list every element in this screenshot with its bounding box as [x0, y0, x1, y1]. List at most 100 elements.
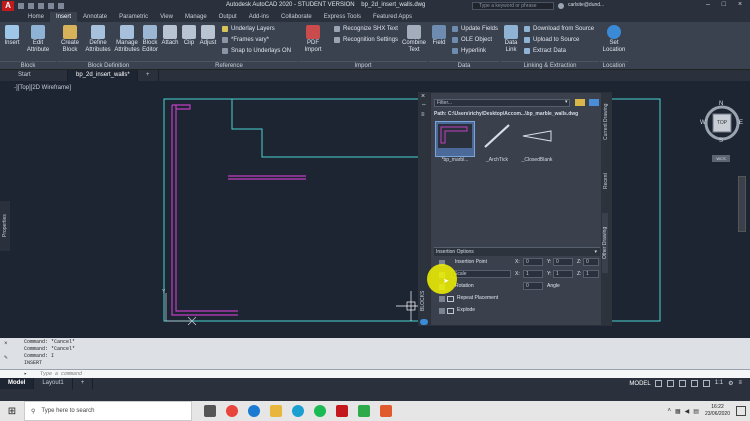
- tab-express-tools[interactable]: Express Tools: [318, 12, 367, 22]
- grid-icon[interactable]: [654, 380, 662, 387]
- recorder-icon[interactable]: [380, 405, 392, 417]
- skype-icon[interactable]: [292, 405, 304, 417]
- upload-source-button[interactable]: Upload to Source: [524, 36, 579, 44]
- system-tray[interactable]: ˄ ▦ ◀ ▤: [667, 408, 698, 415]
- network-icon[interactable]: ▦: [675, 408, 681, 415]
- edge-icon[interactable]: [248, 405, 260, 417]
- user-name[interactable]: carlsite@dund...: [568, 2, 604, 8]
- block-label-archtick[interactable]: _ArchTick: [475, 157, 519, 163]
- snap-underlays-dropdown[interactable]: Snap to Underlays ON: [222, 47, 291, 55]
- camtasia-icon[interactable]: [358, 405, 370, 417]
- manage-attributes-button[interactable]: Manage Attributes: [113, 24, 141, 54]
- autocad-taskbar-icon[interactable]: [336, 405, 348, 417]
- filter-dropdown-icon[interactable]: ▾: [565, 99, 568, 105]
- attach-button[interactable]: Attach: [161, 24, 179, 47]
- define-attributes-button[interactable]: Define Attributes: [84, 24, 112, 54]
- tab-insert[interactable]: Insert: [50, 12, 78, 22]
- data-link-button[interactable]: Data Link: [502, 24, 520, 54]
- minimize-icon[interactable]: –: [706, 1, 710, 11]
- collapse-icon[interactable]: ▾: [594, 248, 597, 257]
- insertion-z-field[interactable]: 0: [583, 258, 599, 266]
- file-explorer-icon[interactable]: [270, 405, 282, 417]
- clock[interactable]: 16:22 23/06/2020: [705, 404, 730, 418]
- compass-west[interactable]: W: [700, 120, 706, 126]
- tab-add-ins[interactable]: Add-ins: [243, 12, 275, 22]
- chevron-up-icon[interactable]: ˄: [667, 408, 671, 415]
- taskbar-search[interactable]: ⚲ Type here to search: [24, 401, 192, 421]
- command-line[interactable]: ▸ Type a command: [0, 369, 750, 378]
- doc-tab-drawing[interactable]: bp_2d_insert_walls*: [68, 70, 138, 81]
- wcs-menu[interactable]: WCS: [712, 155, 730, 162]
- language-icon[interactable]: ▤: [693, 408, 699, 415]
- underlay-layers-button[interactable]: Underlay Layers: [222, 25, 275, 33]
- rotation-field[interactable]: 0: [523, 282, 543, 290]
- insertion-options-header[interactable]: Insertion Options ▾: [434, 247, 600, 256]
- update-fields-button[interactable]: Update Fields: [452, 25, 498, 33]
- scale-x-field[interactable]: 1: [523, 270, 543, 278]
- navigation-bar[interactable]: [738, 176, 746, 232]
- snap-icon[interactable]: [666, 380, 674, 387]
- workspace-gear-icon[interactable]: ⚙: [728, 380, 733, 387]
- maximize-icon[interactable]: □: [722, 1, 726, 11]
- block-label-marble[interactable]: *bp_marbl...: [433, 157, 477, 163]
- hyperlink-button[interactable]: Hyperlink: [452, 47, 486, 55]
- block-thumbnail-archtick[interactable]: [479, 123, 515, 149]
- autocad-logo[interactable]: A: [2, 1, 14, 11]
- compass-north[interactable]: N: [719, 101, 723, 107]
- quick-access-toolbar[interactable]: [18, 3, 128, 9]
- taskbar-search-input[interactable]: Type here to search: [41, 408, 94, 414]
- notifications-icon[interactable]: [736, 406, 746, 416]
- tab-annotate[interactable]: Annotate: [77, 12, 113, 22]
- model-space-button[interactable]: MODEL: [625, 381, 654, 387]
- palette-autohide-icon[interactable]: ⇔: [421, 102, 427, 108]
- insert-button[interactable]: Insert: [2, 24, 22, 47]
- browse-icon[interactable]: [575, 99, 585, 106]
- compass-south[interactable]: S: [719, 138, 723, 144]
- layout-tab-model[interactable]: Model: [0, 378, 35, 389]
- palette-titlebar[interactable]: × ⇔ ≡ BLOCKS: [418, 92, 430, 326]
- scale-z-field[interactable]: 1: [583, 270, 599, 278]
- pdf-import-button[interactable]: PDF Import: [300, 24, 326, 54]
- command-window[interactable]: × ✎ Command: *Cancel* Command: *Cancel* …: [0, 338, 750, 378]
- recognize-shx-button[interactable]: Recognize SHX Text: [334, 25, 398, 33]
- new-tab-button[interactable]: +: [138, 70, 159, 81]
- chrome-icon[interactable]: [226, 405, 238, 417]
- tab-current-drawing[interactable]: Current Drawing: [603, 97, 609, 147]
- windows-start-icon[interactable]: ⊞: [0, 401, 24, 421]
- osnap-icon[interactable]: [702, 380, 710, 387]
- ortho-icon[interactable]: [678, 380, 686, 387]
- volume-icon[interactable]: ◀: [685, 408, 690, 415]
- window-controls[interactable]: – □ ×: [700, 1, 748, 11]
- task-view-icon[interactable]: [204, 405, 216, 417]
- block-label-closedblank[interactable]: _ClosedBlank: [515, 157, 559, 163]
- view-options-icon[interactable]: [589, 99, 599, 106]
- block-thumbnail-closedblank[interactable]: [519, 123, 555, 149]
- tab-collaborate[interactable]: Collaborate: [275, 12, 318, 22]
- spotify-icon[interactable]: [314, 405, 326, 417]
- search-box[interactable]: Type a keyword or phrase: [472, 2, 554, 10]
- filter-input[interactable]: Filter...: [434, 99, 570, 107]
- customize-icon[interactable]: ≡: [738, 380, 742, 387]
- insertion-y-field[interactable]: 0: [553, 258, 573, 266]
- adjust-button[interactable]: Adjust: [199, 24, 217, 47]
- block-thumbnail-marble[interactable]: [437, 123, 473, 149]
- edit-attribute-button[interactable]: Edit Attribute: [24, 24, 52, 54]
- user-icon[interactable]: [558, 3, 564, 9]
- repeat-placement-checkbox[interactable]: [439, 296, 445, 302]
- tab-recent[interactable]: Recent: [603, 163, 609, 199]
- scale-dropdown[interactable]: Scale: [451, 270, 511, 278]
- command-settings-icon[interactable]: ✎: [4, 354, 8, 361]
- tab-featured-apps[interactable]: Featured Apps: [367, 12, 418, 22]
- status-tools[interactable]: 1:1 ⚙ ≡: [654, 380, 750, 387]
- block-editor-button[interactable]: Block Editor: [142, 24, 158, 54]
- compass-east[interactable]: E: [739, 120, 743, 126]
- clip-button[interactable]: Clip: [181, 24, 197, 47]
- set-location-button[interactable]: Set Location: [602, 24, 626, 54]
- drawing-canvas[interactable]: -][Top][2D Wireframe] Properties Y TOP N…: [0, 81, 750, 338]
- viewcube-top[interactable]: TOP: [713, 120, 731, 126]
- explode-checkbox[interactable]: [439, 308, 445, 314]
- ole-object-button[interactable]: OLE Object: [452, 36, 492, 44]
- command-close-icon[interactable]: ×: [4, 340, 8, 347]
- scale-y-field[interactable]: 1: [553, 270, 573, 278]
- frames-vary-dropdown[interactable]: *Frames vary*: [222, 36, 269, 44]
